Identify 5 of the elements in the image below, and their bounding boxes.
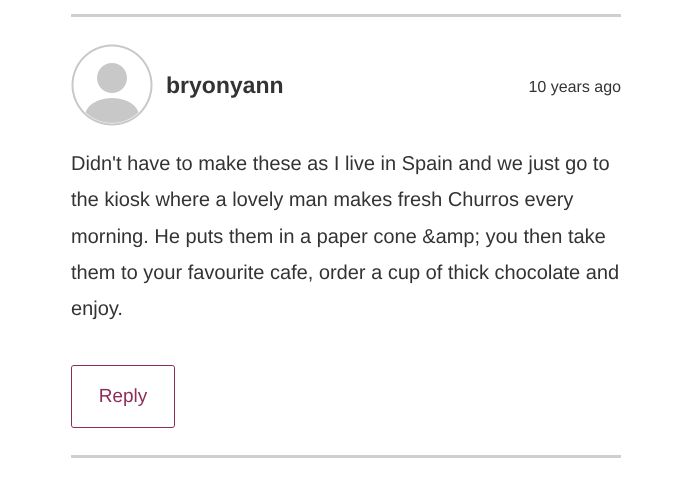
comment-text: Didn't have to make these as I live in Spain and we just go to the kiosk where a lovely man makes fresh Churros every morning. He puts them in a paper cone &amp; you then take them to your favourite cafe, order a cup of thick chocolate and enjoy.	[71, 152, 620, 322]
comment-time: 10 years ago	[528, 79, 621, 97]
reply-button[interactable]: Reply	[71, 365, 175, 428]
author-name: bryonyann	[166, 72, 285, 98]
avatar-icon	[71, 44, 153, 126]
